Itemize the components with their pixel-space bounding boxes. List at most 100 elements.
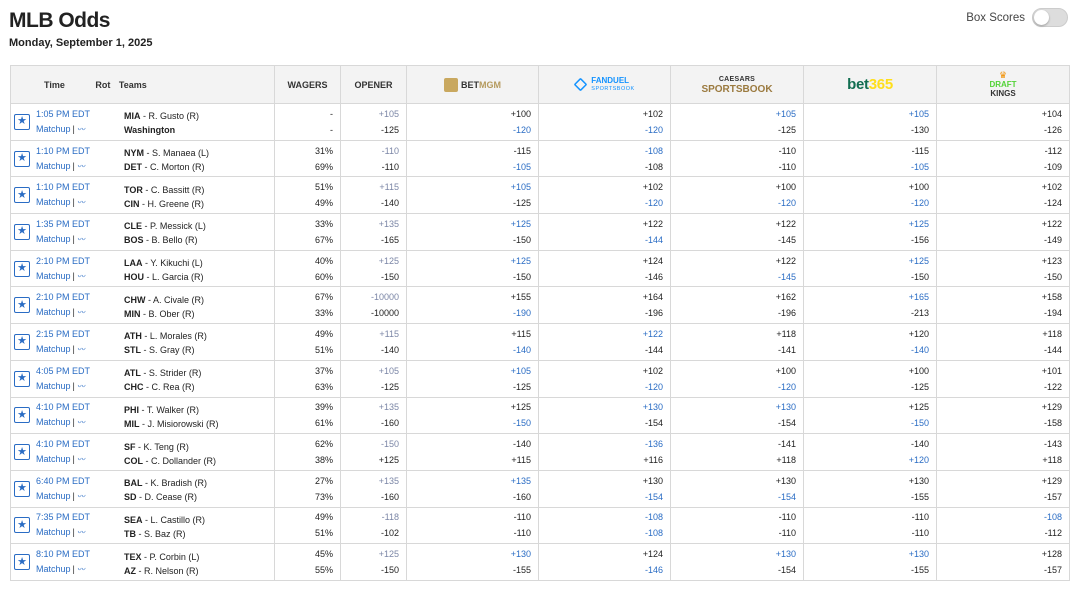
line-chart-icon[interactable]: 〰 (77, 272, 85, 281)
favorite-star-icon[interactable]: ★ (14, 187, 30, 204)
draftkings-odds-cell[interactable]: +129 -157 (936, 469, 1070, 508)
wagers-cell[interactable]: 37% 63% (274, 359, 341, 398)
matchup-link[interactable]: Matchup (36, 197, 71, 207)
fanduel-odds-cell[interactable]: +102 -120 (538, 359, 671, 398)
bet365-odds-cell[interactable]: +130 -155 (803, 543, 937, 581)
matchup-link[interactable]: Matchup (36, 491, 71, 501)
line-chart-icon[interactable]: 〰 (77, 125, 85, 134)
favorite-star-icon[interactable]: ★ (14, 407, 30, 424)
matchup-link[interactable]: Matchup (36, 234, 71, 244)
line-chart-icon[interactable]: 〰 (77, 162, 85, 171)
line-chart-icon[interactable]: 〰 (77, 345, 85, 354)
matchup-link[interactable]: Matchup (36, 564, 71, 574)
wagers-cell[interactable]: 49% 51% (274, 323, 341, 361)
favorite-star-icon[interactable]: ★ (14, 444, 30, 461)
wagers-cell[interactable]: 31% 69% (274, 139, 341, 178)
draftkings-odds-cell[interactable]: +129 -158 (936, 396, 1070, 435)
favorite-star-icon[interactable]: ★ (14, 554, 30, 571)
bet365-odds-cell[interactable]: +100 -125 (803, 359, 937, 398)
fanduel-odds-cell[interactable]: +122 -144 (538, 213, 671, 251)
wagers-cell[interactable]: -- (274, 103, 341, 141)
caesars-odds-cell[interactable]: +130 -154 (670, 396, 804, 435)
opener-cell[interactable]: +115 -140 (340, 176, 407, 215)
betmgm-odds-cell[interactable]: -140 +115 (406, 433, 539, 471)
line-chart-icon[interactable]: 〰 (77, 565, 85, 574)
caesars-odds-cell[interactable]: +100 -120 (670, 359, 804, 398)
fanduel-odds-cell[interactable]: +164 -196 (538, 286, 671, 325)
matchup-link[interactable]: Matchup (36, 417, 71, 427)
fanduel-odds-cell[interactable]: -136 +116 (538, 433, 671, 471)
fanduel-odds-cell[interactable]: +130 -154 (538, 396, 671, 435)
fanduel-odds-cell[interactable]: -108 -108 (538, 139, 671, 178)
header-bet365[interactable]: bet 365 (803, 65, 937, 104)
opener-cell[interactable]: +135 -165 (340, 213, 407, 251)
draftkings-odds-cell[interactable]: +123 -150 (936, 249, 1070, 288)
favorite-star-icon[interactable]: ★ (14, 113, 30, 130)
betmgm-odds-cell[interactable]: -110 -110 (406, 506, 539, 545)
fanduel-odds-cell[interactable]: +124 -146 (538, 543, 671, 581)
betmgm-odds-cell[interactable]: +125 -150 (406, 249, 539, 288)
caesars-odds-cell[interactable]: -141 +118 (670, 433, 804, 471)
bet365-odds-cell[interactable]: -110 -110 (803, 506, 937, 545)
opener-cell[interactable]: +125 -150 (340, 543, 407, 581)
wagers-cell[interactable]: 51% 49% (274, 176, 341, 215)
header-betmgm[interactable]: BET MGM (406, 65, 539, 104)
wagers-cell[interactable]: 67% 33% (274, 286, 341, 325)
caesars-odds-cell[interactable]: +100 -120 (670, 176, 804, 215)
draftkings-odds-cell[interactable]: +101 -122 (936, 359, 1070, 398)
favorite-star-icon[interactable]: ★ (14, 370, 30, 387)
line-chart-icon[interactable]: 〰 (77, 528, 85, 537)
betmgm-odds-cell[interactable]: +115 -140 (406, 323, 539, 361)
opener-cell[interactable]: +135 -160 (340, 396, 407, 435)
draftkings-odds-cell[interactable]: +158 -194 (936, 286, 1070, 325)
caesars-odds-cell[interactable]: +122 -145 (670, 249, 804, 288)
betmgm-odds-cell[interactable]: +135 -160 (406, 469, 539, 508)
draftkings-odds-cell[interactable]: +102 -124 (936, 176, 1070, 215)
opener-cell[interactable]: -110 -110 (340, 139, 407, 178)
bet365-odds-cell[interactable]: +165 -213 (803, 286, 937, 325)
opener-cell[interactable]: -150 +125 (340, 433, 407, 471)
opener-cell[interactable]: +115 -140 (340, 323, 407, 361)
wagers-cell[interactable]: 33% 67% (274, 213, 341, 251)
matchup-link[interactable]: Matchup (36, 124, 71, 134)
caesars-odds-cell[interactable]: +130 -154 (670, 469, 804, 508)
favorite-star-icon[interactable]: ★ (14, 260, 30, 277)
favorite-star-icon[interactable]: ★ (14, 150, 30, 167)
fanduel-odds-cell[interactable]: +130 -154 (538, 469, 671, 508)
favorite-star-icon[interactable]: ★ (14, 517, 30, 534)
box-scores-toggle[interactable] (1032, 8, 1068, 27)
matchup-link[interactable]: Matchup (36, 381, 71, 391)
favorite-star-icon[interactable]: ★ (14, 297, 30, 314)
betmgm-odds-cell[interactable]: +105 -125 (406, 359, 539, 398)
betmgm-odds-cell[interactable]: +125 -150 (406, 213, 539, 251)
draftkings-odds-cell[interactable]: -108 -112 (936, 506, 1070, 545)
bet365-odds-cell[interactable]: +125 -150 (803, 396, 937, 435)
favorite-star-icon[interactable]: ★ (14, 480, 30, 497)
caesars-odds-cell[interactable]: +122 -145 (670, 213, 804, 251)
header-fanduel[interactable]: FANDUEL SPORTSBOOK (538, 65, 671, 104)
matchup-link[interactable]: Matchup (36, 454, 71, 464)
fanduel-odds-cell[interactable]: +122 -144 (538, 323, 671, 361)
draftkings-odds-cell[interactable]: -143 +118 (936, 433, 1070, 471)
line-chart-icon[interactable]: 〰 (77, 455, 85, 464)
bet365-odds-cell[interactable]: +130 -155 (803, 469, 937, 508)
betmgm-odds-cell[interactable]: +125 -150 (406, 396, 539, 435)
line-chart-icon[interactable]: 〰 (77, 198, 85, 207)
matchup-link[interactable]: Matchup (36, 344, 71, 354)
opener-cell[interactable]: +105 -125 (340, 359, 407, 398)
matchup-link[interactable]: Matchup (36, 307, 71, 317)
fanduel-odds-cell[interactable]: +102 -120 (538, 103, 671, 141)
betmgm-odds-cell[interactable]: -115 -105 (406, 139, 539, 178)
wagers-cell[interactable]: 40% 60% (274, 249, 341, 288)
opener-cell[interactable]: +135 -160 (340, 469, 407, 508)
bet365-odds-cell[interactable]: +125 -150 (803, 249, 937, 288)
draftkings-odds-cell[interactable]: -112 -109 (936, 139, 1070, 178)
opener-cell[interactable]: +125 -150 (340, 249, 407, 288)
bet365-odds-cell[interactable]: -115 -105 (803, 139, 937, 178)
matchup-link[interactable]: Matchup (36, 271, 71, 281)
betmgm-odds-cell[interactable]: +105 -125 (406, 176, 539, 215)
opener-cell[interactable]: -10000 -10000 (340, 286, 407, 325)
favorite-star-icon[interactable]: ★ (14, 333, 30, 350)
caesars-odds-cell[interactable]: +105 -125 (670, 103, 804, 141)
caesars-odds-cell[interactable]: -110 -110 (670, 506, 804, 545)
